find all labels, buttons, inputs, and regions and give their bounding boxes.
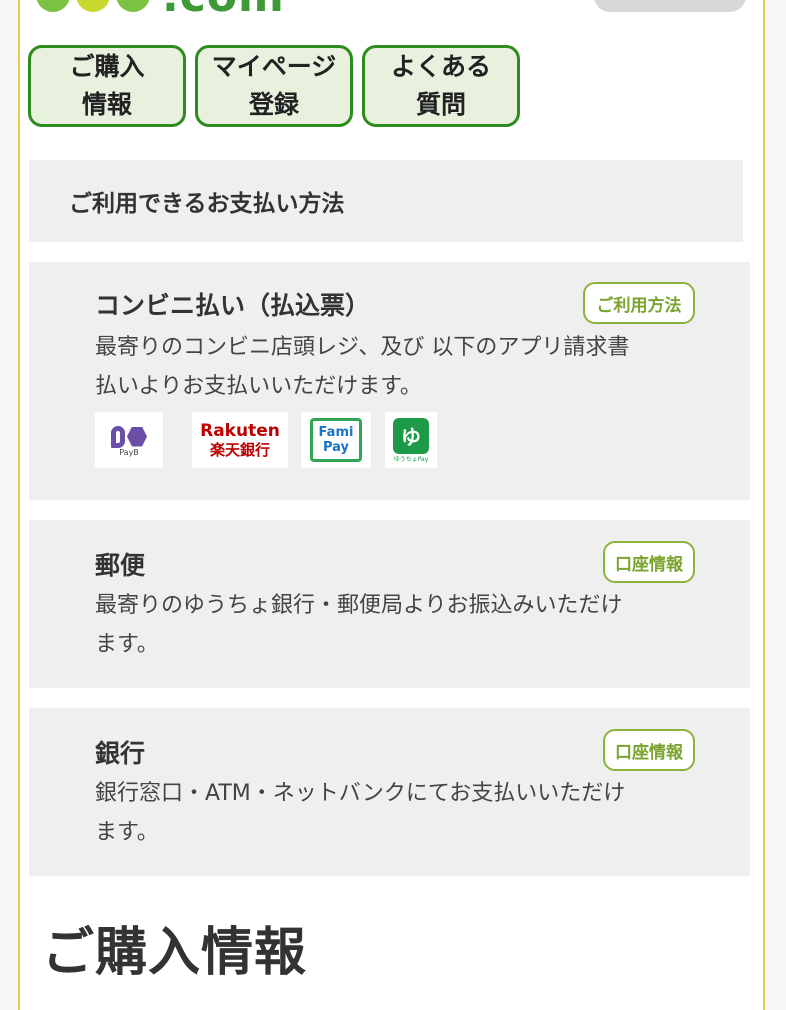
payb-logo: PayB [95,412,163,468]
nav-faq-button[interactable]: よくある 質問 [362,45,520,127]
yucho-pay-logo: ゆ ゆうちょPay [385,412,437,468]
nav-label-line2: 情報 [81,90,132,119]
bank-description: 銀行窓口・ATM・ネットバンクにてお支払いいただけ ます。 [95,774,705,852]
bank-title: 銀行 [95,739,146,768]
nav-label-line2: 登録 [248,90,299,119]
postal-account-info-button[interactable]: 口座情報 [603,541,695,583]
convenience-payment-card: コンビニ払い（払込票） ご利用方法 最寄りのコンビニ店頭レジ、及び 以下のアプリ… [29,262,750,500]
convenience-title: コンビニ払い（払込票） [95,291,371,320]
desc-line: ます。 [95,820,159,845]
postal-description: 最寄りのゆうちょ銀行・郵便局よりお振込みいただけ ます。 [95,586,705,664]
payment-methods-header: ご利用できるお支払い方法 [29,160,743,242]
nav-mypage-register-button[interactable]: マイページ 登録 [195,45,353,127]
logo-mark-2 [76,0,110,12]
desc-line: ます。 [95,632,159,657]
nav-label-line1: ご購入 [69,52,145,81]
yucho-mark-char: ゆ [401,425,421,449]
bank-payment-card: 銀行 口座情報 銀行窓口・ATM・ネットバンクにてお支払いいただけ ます。 [29,708,750,876]
logo-mark-3 [116,0,150,12]
rakuten-en: Rakuten [200,420,280,441]
nav-label-line1: よくある [390,52,491,81]
yucho-sub: ゆうちょPay [393,455,429,463]
nav-purchase-info-button[interactable]: ご購入 情報 [28,45,186,127]
header-menu-button[interactable] [594,0,746,12]
desc-line: 最寄りのコンビニ店頭レジ、及び 以下のアプリ請求書 [95,335,630,360]
rakuten-bank-logo: Rakuten 楽天銀行 [192,412,288,468]
famipay-line2: Pay [322,440,350,455]
payment-methods-heading: ご利用できるお支払い方法 [69,191,345,217]
logo-text: .com [162,0,285,19]
nav-label-line2: 質問 [415,90,466,119]
desc-line: 最寄りのゆうちょ銀行・郵便局よりお振込みいただけ [95,593,623,618]
famipay-logo: Fami Pay [301,412,371,468]
desc-line: 払いよりお支払いいただけます。 [95,374,422,399]
postal-payment-card: 郵便 口座情報 最寄りのゆうちょ銀行・郵便局よりお振込みいただけ ます。 [29,520,750,688]
convenience-description: 最寄りのコンビニ店頭レジ、及び 以下のアプリ請求書 払いよりお支払いいただけます… [95,328,705,406]
usage-guide-button[interactable]: ご利用方法 [583,282,695,324]
famipay-frame: Fami Pay [310,418,362,462]
purchase-info-heading: ご購入情報 [42,923,308,983]
site-logo[interactable]: .com [36,0,306,19]
desc-line: 銀行窓口・ATM・ネットバンクにてお支払いいただけ [95,781,626,806]
rakuten-jp: 楽天銀行 [209,440,270,459]
postal-title: 郵便 [95,551,146,580]
famipay-line1: Fami [318,425,354,440]
payb-label: PayB [119,447,139,457]
yucho-mark: ゆ [393,417,429,454]
nav-label-line1: マイページ [211,52,337,81]
bank-account-info-button[interactable]: 口座情報 [603,729,695,771]
payb-hex-shape [127,426,147,447]
payb-p-shape [111,425,125,448]
logo-mark-1 [36,0,70,12]
